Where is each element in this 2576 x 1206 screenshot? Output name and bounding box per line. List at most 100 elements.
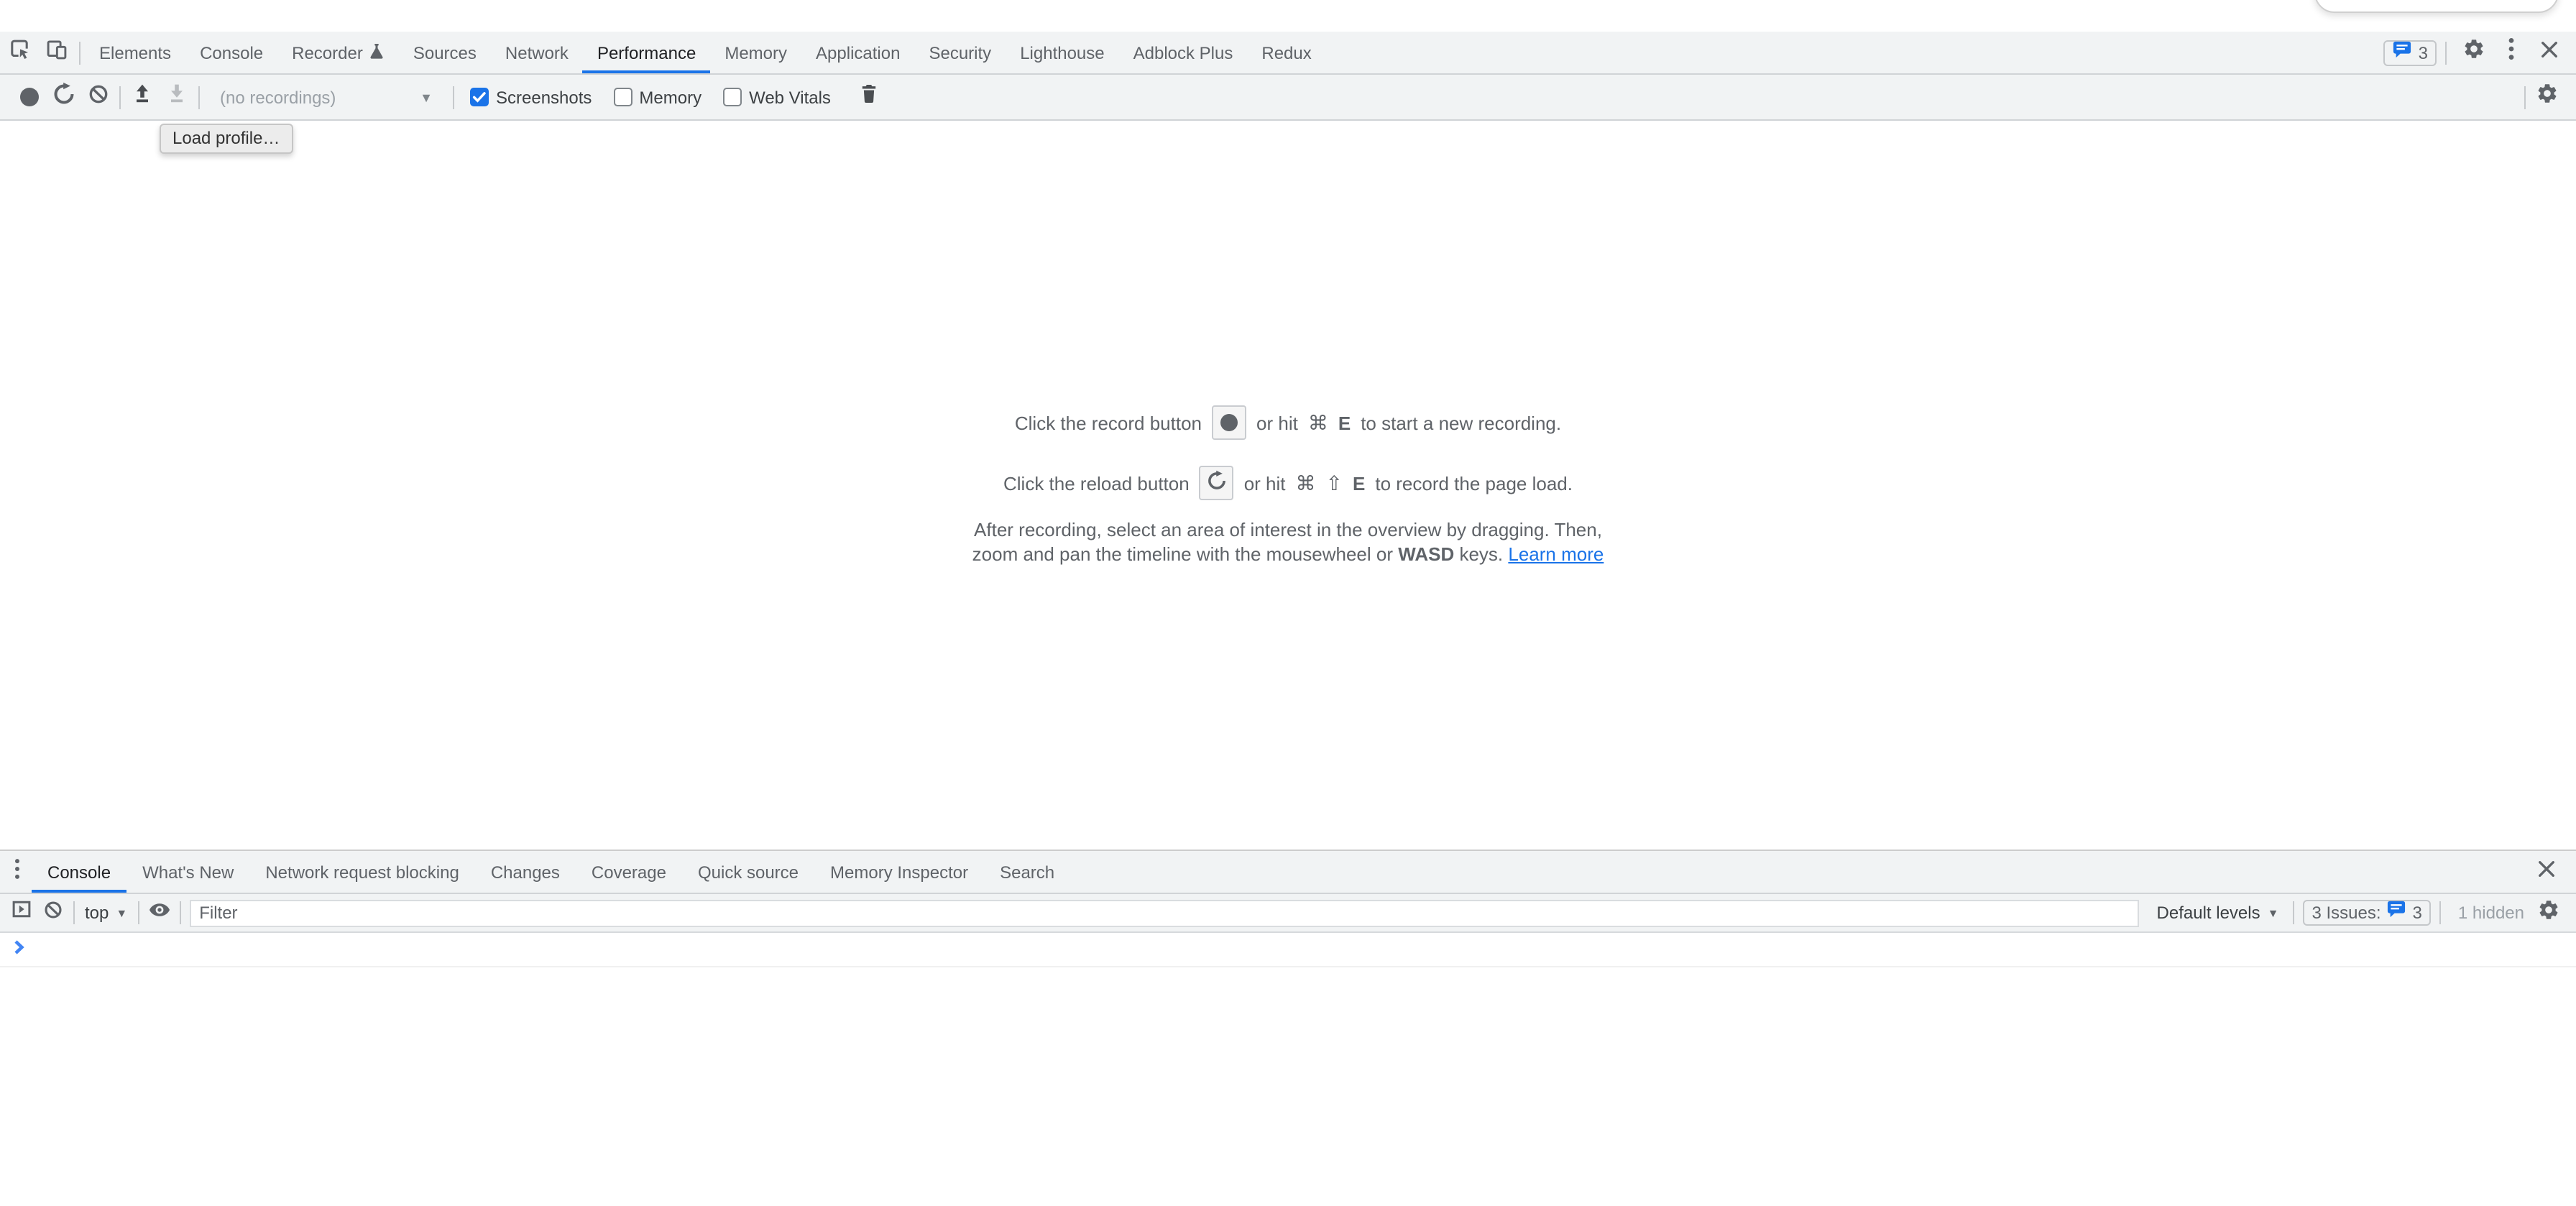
- web-vitals-checkbox[interactable]: Web Vitals: [723, 87, 831, 107]
- drawer-tab-search[interactable]: Search: [984, 851, 1070, 893]
- recordings-select[interactable]: (no recordings) ▼: [213, 83, 440, 111]
- drawer-tab-changes[interactable]: Changes: [475, 851, 576, 893]
- garbage-collect-button[interactable]: [852, 80, 887, 114]
- cmd-key-glyph: ⌘: [1308, 410, 1328, 435]
- capture-settings-button[interactable]: [2530, 80, 2564, 114]
- reload-button-illustration[interactable]: [1200, 466, 1234, 500]
- log-levels-select[interactable]: Default levels ▼: [2151, 903, 2285, 923]
- tab-label: Network request blocking: [265, 862, 459, 882]
- tab-elements[interactable]: Elements: [85, 32, 185, 73]
- device-toolbar-icon: [44, 37, 68, 68]
- reload-icon: [1206, 470, 1228, 496]
- gear-icon: [2537, 898, 2560, 928]
- checkbox-unchecked-icon: [613, 88, 632, 106]
- tab-security[interactable]: Security: [914, 32, 1006, 73]
- create-live-expression-button[interactable]: [143, 897, 175, 929]
- drawer-tab-network-request-blocking[interactable]: Network request blocking: [249, 851, 474, 893]
- tab-label: Search: [1000, 862, 1054, 882]
- main-tabbar: Elements Console Recorder Sources Networ…: [0, 32, 2576, 75]
- record-instruction-row: Click the record button or hit ⌘ E to st…: [1015, 405, 1561, 440]
- sidebar-panel-icon: [10, 898, 33, 927]
- issues-count: 3: [2419, 42, 2428, 63]
- javascript-context-select[interactable]: top ▼: [79, 903, 133, 923]
- kebab-menu-icon: [14, 857, 20, 886]
- flask-icon: [370, 41, 385, 64]
- load-profile-tooltip: Load profile…: [160, 124, 293, 154]
- tab-label: Memory: [724, 42, 787, 63]
- chevron-down-icon: ▼: [420, 90, 433, 104]
- eye-icon: [147, 898, 170, 928]
- device-toolbar-button[interactable]: [37, 32, 75, 73]
- learn-more-link[interactable]: Learn more: [1508, 543, 1604, 564]
- clear-console-button[interactable]: [37, 897, 69, 929]
- tab-label: Elements: [99, 42, 171, 63]
- console-filter-input[interactable]: [189, 899, 2139, 926]
- reload-and-record-button[interactable]: [46, 80, 80, 114]
- separator: [2439, 901, 2441, 924]
- reload-instruction-suffix: to record the page load.: [1375, 472, 1573, 494]
- console-messages-area[interactable]: [0, 933, 2576, 1206]
- record-button[interactable]: [12, 80, 46, 114]
- separator: [137, 901, 139, 924]
- drawer-more-tabs-button[interactable]: [3, 851, 32, 893]
- web-vitals-label: Web Vitals: [749, 87, 831, 107]
- record-icon: [19, 88, 38, 106]
- separator: [79, 41, 80, 64]
- record-icon: [1220, 414, 1238, 431]
- tab-network[interactable]: Network: [491, 32, 583, 73]
- record-button-illustration[interactable]: [1212, 405, 1246, 440]
- console-prompt-chevron-icon: [13, 936, 26, 962]
- tab-label: Performance: [597, 42, 696, 63]
- tab-application[interactable]: Application: [801, 32, 914, 73]
- performance-toolbar: (no recordings) ▼ Screenshots Memory Web…: [0, 75, 2576, 121]
- settings-button[interactable]: [2455, 32, 2493, 73]
- inspect-element-button[interactable]: [0, 32, 37, 73]
- tab-recorder[interactable]: Recorder: [277, 32, 399, 73]
- tab-memory[interactable]: Memory: [710, 32, 801, 73]
- console-sidebar-toggle-button[interactable]: [6, 897, 37, 929]
- e-key: E: [1338, 412, 1351, 433]
- tab-console[interactable]: Console: [185, 32, 277, 73]
- tab-redux[interactable]: Redux: [1247, 32, 1325, 73]
- issues-counter-button[interactable]: 3: [2384, 40, 2437, 65]
- drawer-tabbar: Console What's New Network request block…: [0, 851, 2576, 894]
- browser-popup-remnant: [2314, 0, 2559, 13]
- clear-recordings-button[interactable]: [80, 80, 115, 114]
- close-devtools-button[interactable]: [2530, 32, 2567, 73]
- save-profile-button[interactable]: [160, 80, 194, 114]
- drawer-tab-console[interactable]: Console: [32, 851, 126, 893]
- drawer-tab-quick-source[interactable]: Quick source: [682, 851, 814, 893]
- load-profile-button[interactable]: [125, 80, 160, 114]
- checkbox-checked-icon: [470, 88, 489, 106]
- drawer: Console What's New Network request block…: [0, 850, 2576, 1206]
- tab-label: Security: [929, 42, 991, 63]
- console-prompt-row[interactable]: [0, 933, 2576, 967]
- more-options-button[interactable]: [2493, 32, 2530, 73]
- drawer-tab-coverage[interactable]: Coverage: [576, 851, 682, 893]
- separator: [2524, 86, 2526, 109]
- tab-label: Recorder: [292, 42, 363, 63]
- tab-adblock-plus[interactable]: Adblock Plus: [1119, 32, 1248, 73]
- e-key: E: [1353, 472, 1365, 494]
- separator: [119, 86, 121, 109]
- record-instruction-suffix: to start a new recording.: [1361, 412, 1561, 433]
- devtools-window: Elements Console Recorder Sources Networ…: [0, 0, 2576, 1206]
- drawer-tab-memory-inspector[interactable]: Memory Inspector: [814, 851, 984, 893]
- close-drawer-button[interactable]: [2527, 851, 2564, 893]
- tab-lighthouse[interactable]: Lighthouse: [1006, 32, 1118, 73]
- tab-label: Memory Inspector: [830, 862, 968, 882]
- context-value: top: [85, 903, 109, 923]
- wasd-keys: WASD: [1398, 543, 1454, 564]
- tab-sources[interactable]: Sources: [399, 32, 491, 73]
- screenshots-label: Screenshots: [496, 87, 592, 107]
- drawer-tab-whats-new[interactable]: What's New: [126, 851, 249, 893]
- separator: [73, 901, 75, 924]
- memory-checkbox[interactable]: Memory: [613, 87, 702, 107]
- console-settings-button[interactable]: [2533, 897, 2564, 929]
- screenshots-checkbox[interactable]: Screenshots: [470, 87, 592, 107]
- console-issues-button[interactable]: 3 Issues: 3: [2303, 900, 2430, 926]
- tab-performance[interactable]: Performance: [583, 32, 710, 73]
- gear-icon: [2462, 37, 2485, 68]
- checkbox-unchecked-icon: [723, 88, 742, 106]
- tab-label: What's New: [142, 862, 234, 882]
